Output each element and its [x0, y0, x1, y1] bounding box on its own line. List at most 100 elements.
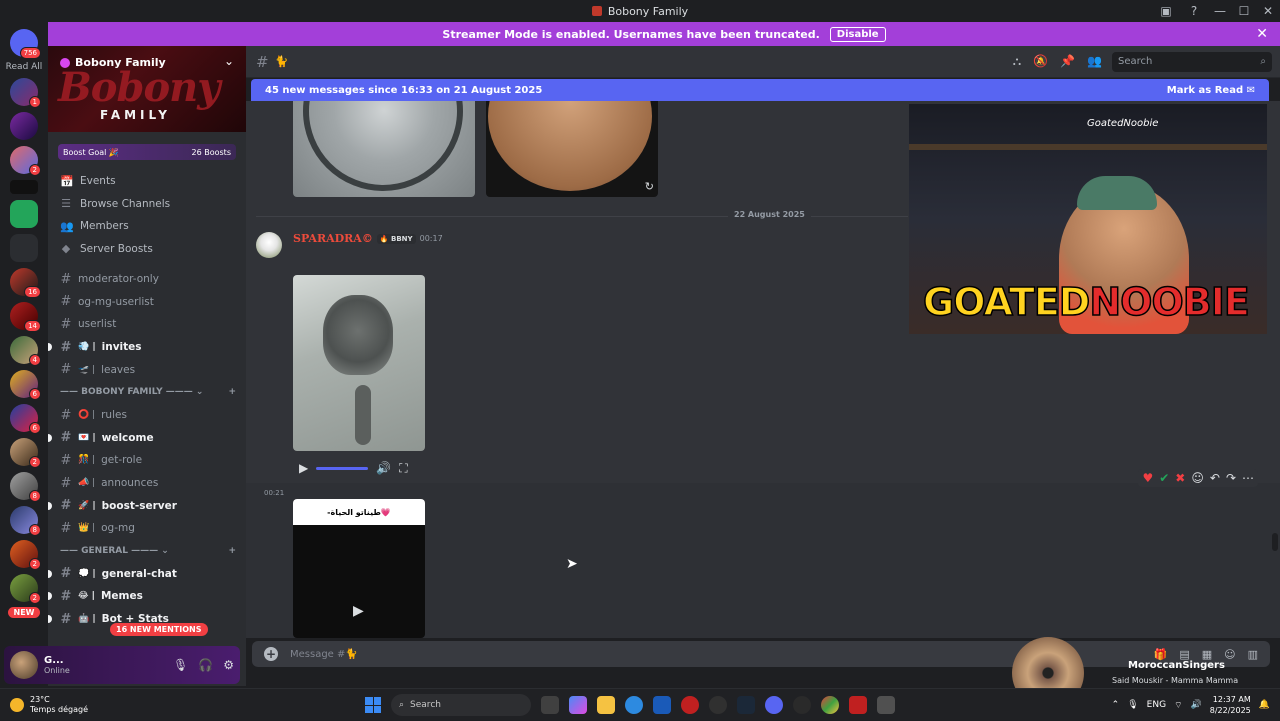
mark-as-read-button[interactable]: Mark as Read ✉ — [1167, 85, 1255, 96]
server-icon[interactable]: 2 — [10, 146, 41, 176]
minimize-button[interactable]: — — [1208, 4, 1232, 18]
chevron-up-icon[interactable]: ⌃ — [1112, 700, 1120, 710]
microphone-icon[interactable]: 🎙 — [1127, 700, 1138, 710]
boost-goal-bar[interactable]: Boost Goal 🎉 26 Boosts — [58, 144, 236, 160]
server-icon[interactable]: 4 — [10, 336, 41, 366]
channel-rules[interactable]: # ⭕ | rules — [48, 404, 246, 427]
channel-og-mg[interactable]: # 👑 | og-mg — [48, 517, 246, 540]
add-channel-icon[interactable]: + — [228, 546, 236, 556]
server-tag[interactable]: 🔥 BBNY — [376, 233, 416, 244]
steam-icon[interactable] — [737, 696, 755, 714]
message-author[interactable]: SPARADRA© — [293, 232, 373, 245]
heart-reaction-icon[interactable]: ♥ — [1142, 471, 1153, 485]
members-icon[interactable]: 👥 — [1087, 54, 1102, 69]
x-reaction-icon[interactable]: ✖ — [1175, 471, 1185, 485]
channel-invites[interactable]: # 💨 | invites — [48, 336, 246, 359]
file-explorer-icon[interactable] — [597, 696, 615, 714]
channel-moderator-only[interactable]: # moderator-only — [48, 268, 246, 291]
app-icon[interactable] — [709, 696, 727, 714]
copilot-icon[interactable] — [569, 696, 587, 714]
volume-icon[interactable]: 🔊 — [376, 461, 391, 475]
channel-general-chat[interactable]: # 💭 | general-chat — [48, 563, 246, 586]
weather-widget[interactable]: 23°C Temps dégagé — [10, 695, 88, 715]
new-mentions-pill[interactable]: 16 NEW MENTIONS — [110, 623, 208, 636]
start-button[interactable] — [365, 697, 381, 713]
server-icon[interactable]: 16 — [10, 268, 41, 298]
close-window-button[interactable]: ✕ — [1256, 4, 1280, 18]
server-icon[interactable]: 6 — [10, 370, 41, 400]
message-hovered[interactable]: 00:21 ♥ ✔ ✖ ☺ ↶ ↷ ⋯ -طيناتو الحياة💗 ▶ — [246, 469, 1280, 638]
category-header[interactable]: —— BOBONY FAMILY ——— ⌄ + — [48, 381, 246, 404]
nav-members[interactable]: 👥 Members — [48, 215, 246, 238]
server-icon[interactable]: 2 — [10, 438, 41, 468]
channel-memes[interactable]: # 😂 | Memes — [48, 585, 246, 608]
maximize-button[interactable]: ☐ — [1232, 4, 1256, 18]
server-icon[interactable]: 2 — [10, 540, 41, 570]
pin-icon[interactable]: 📌 — [1060, 54, 1075, 69]
channel-og-mg-userlist[interactable]: # og-mg-userlist — [48, 291, 246, 314]
fullscreen-icon[interactable]: ⛶ — [399, 461, 407, 476]
check-reaction-icon[interactable]: ✔ — [1159, 471, 1169, 485]
channel-leaves[interactable]: # 🛫 | leaves — [48, 358, 246, 381]
channel-boost-server[interactable]: # 🚀 | boost-server — [48, 494, 246, 517]
server-icon[interactable] — [10, 180, 38, 194]
notifications-icon[interactable]: 🔔 — [1259, 700, 1270, 710]
discord-icon[interactable] — [765, 696, 783, 714]
inbox-icon[interactable]: ▣ — [1152, 4, 1180, 18]
server-icon[interactable]: 8 — [10, 472, 41, 502]
chevron-down-icon[interactable]: ⌄ — [224, 54, 234, 68]
disable-streamer-button[interactable]: Disable — [829, 26, 886, 42]
server-icon[interactable] — [10, 112, 38, 140]
image-attachment[interactable]: ↻ — [486, 101, 658, 197]
language-indicator[interactable]: ENG — [1147, 700, 1166, 710]
server-icon[interactable]: 8 — [10, 506, 41, 536]
nav-browse-channels[interactable]: ☰ Browse Channels — [48, 193, 246, 216]
home-button[interactable]: 756 — [10, 29, 41, 59]
folder-icon[interactable] — [10, 234, 38, 262]
server-icon[interactable]: 1 — [10, 78, 41, 108]
avatar[interactable] — [256, 232, 282, 258]
video-attachment[interactable] — [293, 275, 425, 451]
play-icon[interactable]: ▶ — [353, 603, 364, 619]
server-icon[interactable]: 14 — [10, 302, 41, 332]
app-icon[interactable] — [849, 696, 867, 714]
app-icon[interactable] — [681, 696, 699, 714]
category-header[interactable]: —— GENERAL ——— ⌄ + — [48, 540, 246, 563]
image-attachment[interactable] — [293, 101, 475, 197]
server-icon[interactable]: 2 — [10, 574, 41, 604]
threads-icon[interactable]: ⛬ — [1013, 54, 1021, 69]
help-icon[interactable]: ? — [1180, 4, 1208, 18]
gear-icon[interactable]: ⚙ — [223, 658, 234, 672]
upload-plus-icon[interactable]: + — [264, 647, 278, 661]
taskbar-search[interactable]: ⌕ Search — [391, 694, 531, 716]
scrollbar[interactable] — [1272, 533, 1278, 551]
flask-icon[interactable] — [10, 200, 38, 228]
channel-get-role[interactable]: # 🎊 | get-role — [48, 449, 246, 472]
more-icon[interactable]: ⋯ — [1242, 471, 1254, 485]
mute-icon[interactable]: 🔕 — [1033, 54, 1048, 69]
server-icon[interactable]: 6 — [10, 404, 41, 434]
channel-welcome[interactable]: # 💌 | welcome — [48, 427, 246, 450]
message-input[interactable]: Message #🐈 — [290, 649, 358, 660]
video-attachment[interactable]: -طيناتو الحياة💗 ▶ — [293, 499, 425, 638]
headphones-icon[interactable]: 🎧 — [198, 658, 213, 672]
volume-slider[interactable] — [316, 466, 369, 470]
wifi-icon[interactable]: ⌔ — [1174, 700, 1182, 711]
new-unreads-pill[interactable]: NEW — [7, 607, 41, 618]
channel-announces[interactable]: # 📣 | announces — [48, 472, 246, 495]
nav-events[interactable]: 📅 Events — [48, 170, 246, 193]
forward-icon[interactable]: ↷ — [1226, 471, 1236, 485]
close-icon[interactable]: ✕ — [1256, 26, 1268, 42]
clock[interactable]: 12:37 AM 8/22/2025 — [1210, 694, 1251, 716]
nav-server-boosts[interactable]: ◆ Server Boosts — [48, 238, 246, 261]
guild-header[interactable]: Bobony FAMILY Bobony Family ⌄ — [48, 46, 246, 132]
obs-icon[interactable] — [793, 696, 811, 714]
store-icon[interactable] — [653, 696, 671, 714]
read-all-button[interactable]: Read All — [6, 62, 43, 72]
edge-icon[interactable] — [625, 696, 643, 714]
reply-icon[interactable]: ↶ — [1210, 471, 1220, 485]
new-messages-bar[interactable]: 45 new messages since 16:33 on 21 August… — [251, 79, 1269, 101]
add-channel-icon[interactable]: + — [228, 387, 236, 397]
chrome-icon[interactable] — [821, 696, 839, 714]
add-reaction-icon[interactable]: ☺ — [1191, 471, 1204, 485]
